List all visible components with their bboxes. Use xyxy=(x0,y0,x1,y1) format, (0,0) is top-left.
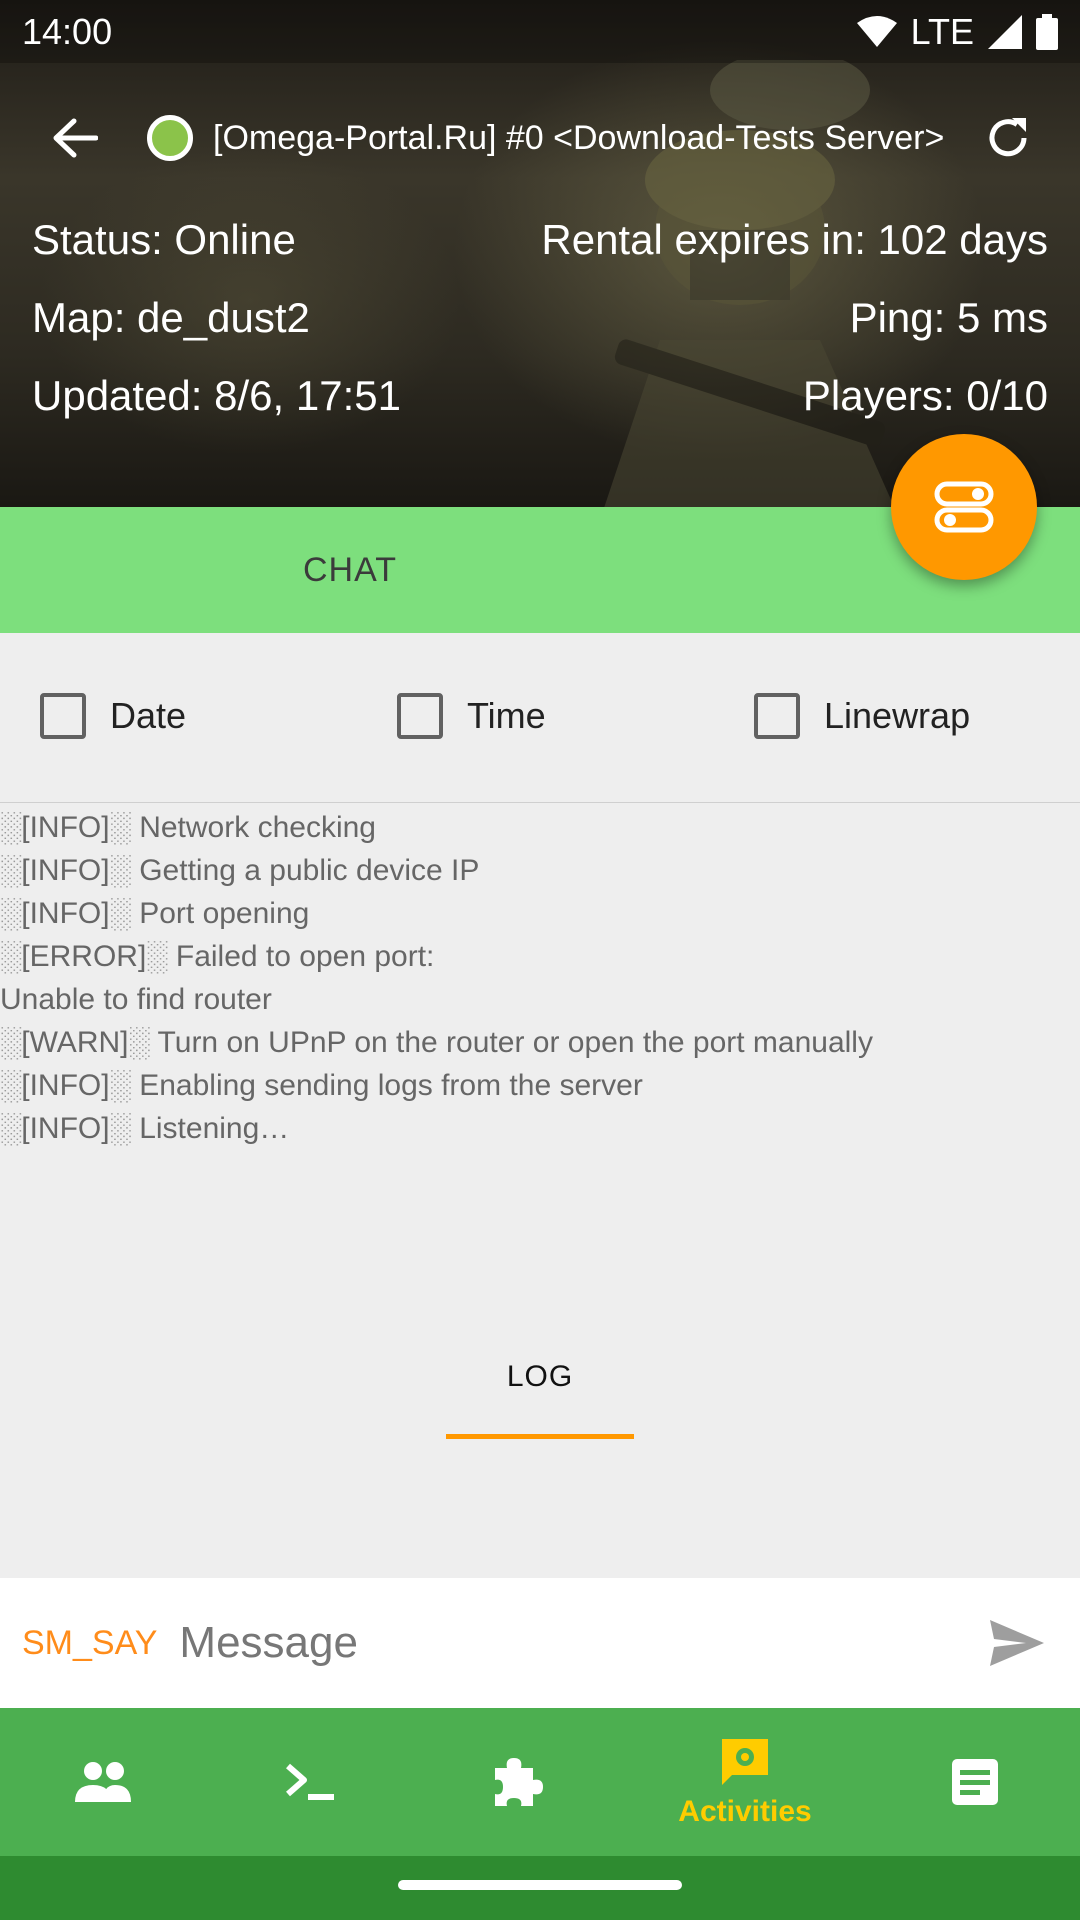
log-text: Failed to open port: xyxy=(167,940,435,973)
send-button[interactable] xyxy=(962,1588,1072,1698)
log-text: Port opening xyxy=(130,897,310,930)
log-line: Unable to find router xyxy=(0,978,1080,1021)
nav-console[interactable] xyxy=(255,1708,365,1856)
log-tag: [INFO] xyxy=(0,1069,131,1102)
refresh-icon xyxy=(989,118,1027,157)
message-bar: SM_SAY xyxy=(0,1578,1080,1708)
back-button[interactable] xyxy=(25,90,125,186)
info-row-map: Map: de_dust2 Ping: 5 ms xyxy=(32,294,1048,342)
players-icon xyxy=(75,1762,131,1802)
tab-chat[interactable]: CHAT xyxy=(255,507,445,633)
log-text: Turn on UPnP on the router or open the p… xyxy=(149,1026,873,1059)
log-text: Network checking xyxy=(130,811,376,844)
server-map: Map: de_dust2 xyxy=(32,294,310,341)
nav-activities[interactable]: Activities xyxy=(660,1708,830,1856)
tab-log[interactable]: LOG xyxy=(446,1313,634,1439)
log-line: [ERROR] Failed to open port: xyxy=(0,935,1080,978)
nav-activities-label: Activities xyxy=(678,1795,812,1828)
nav-players[interactable] xyxy=(48,1708,158,1856)
rental-expiry: Rental expires in: 102 days xyxy=(541,216,1048,263)
send-icon xyxy=(990,1620,1044,1666)
time-checkbox[interactable]: Time xyxy=(397,693,546,739)
status-bar: 14:00 LTE xyxy=(0,0,1080,63)
bottom-navigation: Activities xyxy=(0,1708,1080,1856)
linewrap-checkbox-label: Linewrap xyxy=(824,695,971,736)
online-status-indicator xyxy=(147,115,193,161)
date-checkbox-box xyxy=(40,693,86,739)
linewrap-checkbox[interactable]: Linewrap xyxy=(754,693,970,739)
log-tag: [INFO] xyxy=(0,1112,131,1145)
log-line: [WARN] Turn on UPnP on the router or ope… xyxy=(0,1021,1080,1064)
log-tag: [WARN] xyxy=(0,1026,150,1059)
log-options: Date Time Linewrap xyxy=(0,633,1080,803)
time-checkbox-box xyxy=(397,693,443,739)
signal-icon xyxy=(988,14,1022,49)
server-title: [Omega-Portal.Ru] #0 <Download-Tests Ser… xyxy=(213,118,945,157)
command-prefix[interactable]: SM_SAY xyxy=(22,1624,157,1663)
player-count: Players: 0/10 xyxy=(802,372,1048,419)
server-status: Status: Online xyxy=(32,216,296,263)
document-icon xyxy=(952,1759,998,1805)
info-row-status: Status: Online Rental expires in: 102 da… xyxy=(32,216,1048,264)
home-gesture-handle[interactable] xyxy=(398,1880,682,1890)
log-line: [INFO] Network checking xyxy=(0,806,1080,849)
battery-icon xyxy=(1036,13,1058,50)
status-time: 14:00 xyxy=(22,10,113,52)
nav-logs[interactable] xyxy=(920,1708,1030,1856)
date-checkbox[interactable]: Date xyxy=(40,693,186,739)
tab-chat-label: CHAT xyxy=(302,550,398,589)
console-icon xyxy=(286,1763,334,1800)
log-line: [INFO] Getting a public device IP xyxy=(0,849,1080,892)
nav-plugins[interactable] xyxy=(462,1708,572,1856)
time-checkbox-label: Time xyxy=(467,695,546,736)
last-updated: Updated: 8/6, 17:51 xyxy=(32,372,401,419)
network-type: LTE xyxy=(910,10,974,52)
server-header: 14:00 LTE [Omega-Portal.Ru] #0 <Download… xyxy=(0,0,1080,507)
log-text: Enabling sending logs from the server xyxy=(130,1069,643,1102)
linewrap-checkbox-box xyxy=(754,693,800,739)
tab-log-label: LOG xyxy=(506,1359,574,1393)
info-row-updated: Updated: 8/6, 17:51 Players: 0/10 xyxy=(32,372,1048,420)
log-text: Getting a public device IP xyxy=(130,854,480,887)
log-tag: [INFO] xyxy=(0,811,131,844)
log-tag: [ERROR] xyxy=(0,940,168,973)
toggles-icon xyxy=(934,481,994,533)
log-line: [INFO] Enabling sending logs from the se… xyxy=(0,1064,1080,1107)
log-text: Unable to find router xyxy=(0,983,272,1016)
server-controls-fab[interactable] xyxy=(891,434,1037,580)
log-tag: [INFO] xyxy=(0,897,131,930)
log-text: Listening… xyxy=(130,1112,290,1145)
toolbar: [Omega-Portal.Ru] #0 <Download-Tests Ser… xyxy=(0,90,1080,186)
arrow-back-icon xyxy=(53,118,98,158)
log-tag: [INFO] xyxy=(0,854,131,887)
puzzle-icon xyxy=(495,1758,543,1806)
refresh-button[interactable] xyxy=(960,90,1056,186)
log-output[interactable]: [INFO] Network checking [INFO] Getting a… xyxy=(0,806,1080,1150)
log-line: [INFO] Port opening xyxy=(0,892,1080,935)
server-ping: Ping: 5 ms xyxy=(849,294,1048,341)
log-line: [INFO] Listening… xyxy=(0,1107,1080,1150)
wifi-icon xyxy=(856,15,897,47)
activities-icon xyxy=(722,1739,768,1785)
tab-selected-indicator xyxy=(446,1434,634,1439)
message-input[interactable] xyxy=(179,1618,962,1668)
date-checkbox-label: Date xyxy=(110,695,187,736)
